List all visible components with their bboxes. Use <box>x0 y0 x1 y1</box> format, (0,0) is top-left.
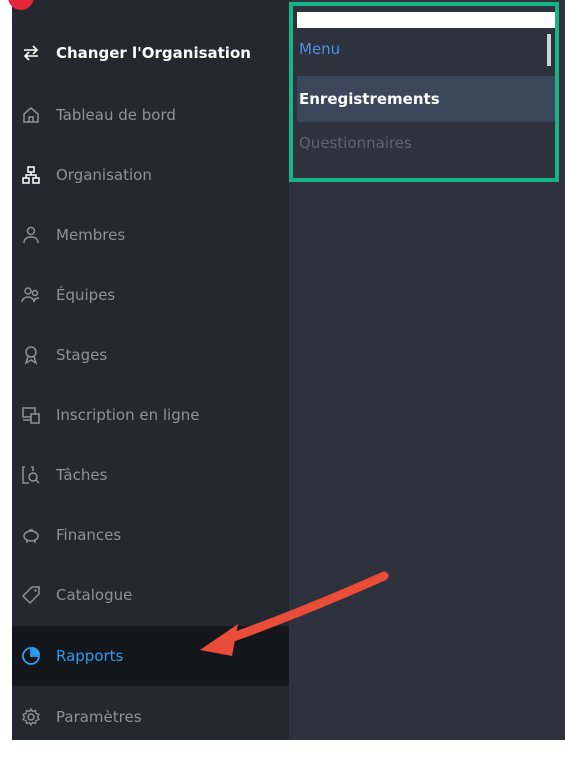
home-icon <box>20 104 42 126</box>
sidebar-item-tableau-de-bord[interactable]: Tableau de bord <box>12 86 289 144</box>
online-registration-icon <box>20 404 42 426</box>
award-ribbon-icon <box>20 344 42 366</box>
sidebar-item-label: Finances <box>56 526 122 544</box>
sidebar-item-finances[interactable]: Finances <box>12 506 289 564</box>
sidebar-item-label: Inscription en ligne <box>56 406 200 424</box>
sidebar-item-label: Catalogue <box>56 586 133 604</box>
sidebar-item-inscription-en-ligne[interactable]: Inscription en ligne <box>12 386 289 444</box>
sidebar-item-label: Tâches <box>56 466 108 484</box>
sidebar-item-label: Paramètres <box>56 708 142 726</box>
sidebar-item-taches[interactable]: Tâches <box>12 446 289 504</box>
sidebar-item-membres[interactable]: Membres <box>12 206 289 264</box>
submenu-item-label: Questionnaires <box>299 134 412 152</box>
switch-arrows-icon <box>20 42 42 64</box>
sidebar-item-label: Changer l'Organisation <box>56 44 251 62</box>
sidebar-item-parametres[interactable]: Paramètres <box>12 688 289 746</box>
sidebar-item-label: Stages <box>56 346 108 364</box>
tag-icon <box>20 584 42 606</box>
piggy-bank-icon <box>20 524 42 546</box>
submenu-panel: Menu Enregistrements Questionnaires <box>289 2 559 182</box>
person-icon <box>20 224 42 246</box>
pie-chart-icon <box>20 645 42 667</box>
sidebar-item-label: Équipes <box>56 286 116 304</box>
sidebar-item-label: Organisation <box>56 166 152 184</box>
sidebar-item-label: Membres <box>56 226 126 244</box>
gear-icon <box>20 706 42 728</box>
sidebar-item-stages[interactable]: Stages <box>12 326 289 384</box>
sidebar-item-equipes[interactable]: Équipes <box>12 266 289 324</box>
sidebar-item-rapports[interactable]: Rapports <box>12 626 289 686</box>
scrollbar[interactable] <box>547 34 551 66</box>
logo-icon <box>8 0 34 10</box>
task-search-icon <box>20 464 42 486</box>
sidebar-item-label: Rapports <box>56 647 124 665</box>
submenu-item-label: Enregistrements <box>299 90 440 108</box>
people-icon <box>20 284 42 306</box>
sidebar-item-changer-organisation[interactable]: Changer l'Organisation <box>12 24 289 82</box>
submenu-item-questionnaires[interactable]: Questionnaires <box>297 122 555 164</box>
sidebar-item-label: Tableau de bord <box>56 106 176 124</box>
sidebar-item-organisation[interactable]: Organisation <box>12 146 289 204</box>
submenu-title: Menu <box>299 40 341 58</box>
sidebar: Changer l'Organisation Tableau de bord O… <box>8 0 289 740</box>
org-chart-icon <box>20 164 42 186</box>
submenu-item-enregistrements[interactable]: Enregistrements <box>297 76 555 122</box>
sidebar-item-catalogue[interactable]: Catalogue <box>12 566 289 624</box>
submenu-top-bar <box>297 12 555 28</box>
